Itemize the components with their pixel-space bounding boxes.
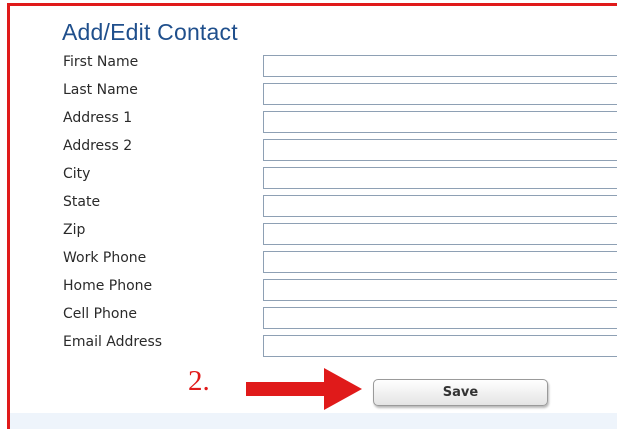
form-row-cell-phone: Cell Phone: [0, 306, 617, 330]
save-button[interactable]: Save: [373, 379, 548, 406]
form-footer-strip: [10, 413, 617, 429]
state-field[interactable]: [263, 195, 617, 217]
cell-phone-field[interactable]: [263, 307, 617, 329]
right-arrow-icon: [246, 368, 362, 410]
form-row-zip: Zip: [0, 222, 617, 246]
last-name-field[interactable]: [263, 83, 617, 105]
city-field[interactable]: [263, 167, 617, 189]
step-number-label: 2.: [188, 365, 210, 397]
address-1-label: Address 1: [63, 110, 133, 126]
cell-phone-label: Cell Phone: [63, 306, 137, 322]
form-row-address-2: Address 2: [0, 138, 617, 162]
form-row-home-phone: Home Phone: [0, 278, 617, 302]
highlight-border-top: [7, 3, 617, 6]
home-phone-field[interactable]: [263, 279, 617, 301]
first-name-label: First Name: [63, 54, 139, 70]
work-phone-field[interactable]: [263, 251, 617, 273]
email-address-field[interactable]: [263, 335, 617, 357]
address-2-field[interactable]: [263, 139, 617, 161]
state-label: State: [63, 194, 101, 210]
form-row-work-phone: Work Phone: [0, 250, 617, 274]
address-1-field[interactable]: [263, 111, 617, 133]
home-phone-label: Home Phone: [63, 278, 153, 294]
form-row-city: City: [0, 166, 617, 190]
form-row-email-address: Email Address: [0, 334, 617, 358]
first-name-field[interactable]: [263, 55, 617, 77]
last-name-label: Last Name: [63, 82, 138, 98]
form-row-last-name: Last Name: [0, 82, 617, 106]
form-title: Add/Edit Contact: [62, 19, 238, 45]
zip-field[interactable]: [263, 223, 617, 245]
address-2-label: Address 2: [63, 138, 133, 154]
city-label: City: [63, 166, 91, 182]
annotated-screenshot: Add/Edit Contact First Name Last Name Ad…: [0, 0, 617, 429]
form-row-address-1: Address 1: [0, 110, 617, 134]
form-row-state: State: [0, 194, 617, 218]
zip-label: Zip: [63, 222, 86, 238]
email-address-label: Email Address: [63, 334, 163, 350]
form-row-first-name: First Name: [0, 54, 617, 78]
work-phone-label: Work Phone: [63, 250, 147, 266]
